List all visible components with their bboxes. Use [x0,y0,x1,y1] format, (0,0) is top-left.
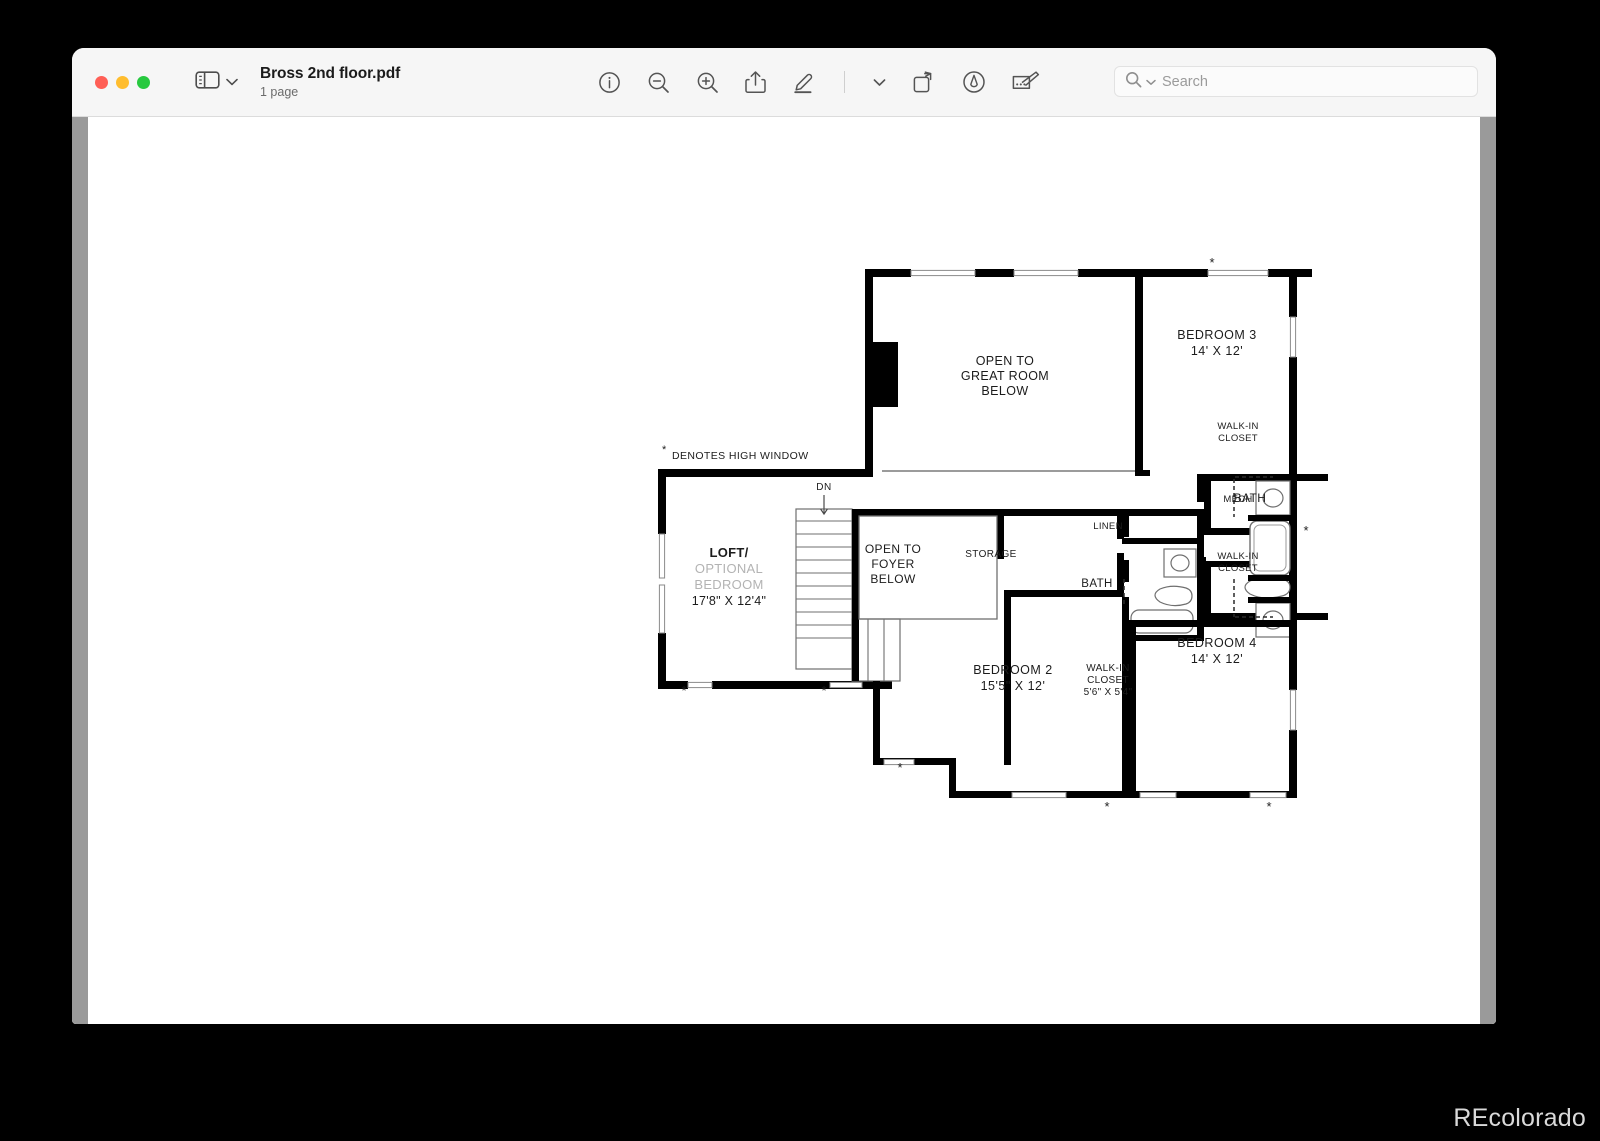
titlebar: Bross 2nd floor.pdf 1 page [72,48,1496,117]
floor-plan-drawing: * * * * * * * * DENOTES HIGH WINDOW DN O… [88,117,1480,1024]
info-icon[interactable] [598,71,621,94]
svg-text:*: * [1209,255,1214,270]
close-button[interactable] [95,75,108,89]
search-input[interactable] [1160,72,1460,91]
svg-text:*: * [1266,799,1271,814]
left-gutter [72,117,88,1024]
bedroom-3-name: BEDROOM 3 [1177,328,1257,342]
search-icon [1125,71,1142,93]
storage-label: STORAGE [965,549,1017,560]
toolbar-divider [844,71,846,93]
open-great-room-line3: BELOW [981,384,1028,398]
loft-line3-bedroom: BEDROOM [694,577,763,592]
document-subtitle: 1 page [260,84,299,99]
svg-text:*: * [897,760,902,775]
open-foyer-line3: BELOW [870,572,916,586]
walk-in-closet-bed2-dimensions: 5'6" X 5'4" [1084,687,1133,698]
bath-hall-label: BATH [1081,578,1112,590]
high-window-note-symbol: * [662,444,667,456]
sidebar-toggle-button[interactable] [195,70,238,95]
walk-in-closet-upper-line1: WALK-IN [1217,421,1258,432]
markup-icon[interactable] [1012,71,1040,93]
walk-in-closet-lower-line1: WALK-IN [1217,551,1258,562]
loft-line1: LOFT/ [709,545,748,560]
svg-text:*: * [681,683,686,698]
bedroom-4-name: BEDROOM 4 [1177,636,1257,650]
right-scrollbar[interactable] [1480,117,1496,1024]
stair-dn-label: DN [816,482,831,493]
highlight-icon[interactable] [792,70,816,94]
traffic-lights [95,75,150,89]
bedroom-2-name: BEDROOM 2 [973,663,1053,677]
open-foyer-line1: OPEN TO [865,542,921,556]
search-dropdown-chevron-down-icon[interactable] [1146,73,1156,91]
chevron-down-icon[interactable] [873,78,886,87]
zoom-in-icon[interactable] [696,71,719,94]
document-title: Bross 2nd floor.pdf [260,64,401,82]
share-icon[interactable] [745,70,766,94]
recolorado-watermark: REcolorado [1453,1104,1586,1132]
walk-in-closet-upper-line2: CLOSET [1218,433,1258,444]
high-window-note-text: DENOTES HIGH WINDOW [672,450,809,462]
svg-text:*: * [1104,799,1109,814]
toolbar [598,70,1040,94]
search-box[interactable] [1114,66,1478,97]
linen-label: LINEN [1093,521,1122,532]
minimize-button[interactable] [116,75,129,89]
loft-dimensions: 17'8" X 12'4" [692,594,767,608]
svg-text:*: * [821,683,826,698]
loft-line2-optional: OPTIONAL [695,561,763,576]
open-great-room-line2: GREAT ROOM [961,369,1049,383]
bedroom-2-dimensions: 15'5" X 12' [981,679,1046,693]
svg-text:*: * [1303,523,1308,538]
document-title-block: Bross 2nd floor.pdf 1 page [260,65,400,99]
bath-main-label: BATH [1234,491,1267,505]
zoom-button[interactable] [137,75,150,89]
open-foyer-line2: FOYER [871,557,914,571]
open-great-room-line1: OPEN TO [976,354,1035,368]
bedroom-4-dimensions: 14' X 12' [1191,652,1243,666]
chevron-down-icon [226,73,238,91]
walk-in-closet-lower-line2: CLOSET [1218,563,1258,574]
walk-in-closet-bed2-line1: WALK-IN [1086,663,1129,674]
rotate-icon[interactable] [912,70,936,94]
sidebar-icon [195,70,220,95]
walk-in-closet-bed2-line2: CLOSET [1087,675,1129,686]
zoom-out-icon[interactable] [647,71,670,94]
document-area[interactable]: * * * * * * * * DENOTES HIGH WINDOW DN O… [72,117,1496,1024]
preview-window: Bross 2nd floor.pdf 1 page Search * * * … [72,48,1496,1024]
floor-plan-page: * * * * * * * * DENOTES HIGH WINDOW DN O… [88,117,1480,1024]
annotate-icon[interactable] [962,70,986,94]
bedroom-3-dimensions: 14' X 12' [1191,344,1243,358]
